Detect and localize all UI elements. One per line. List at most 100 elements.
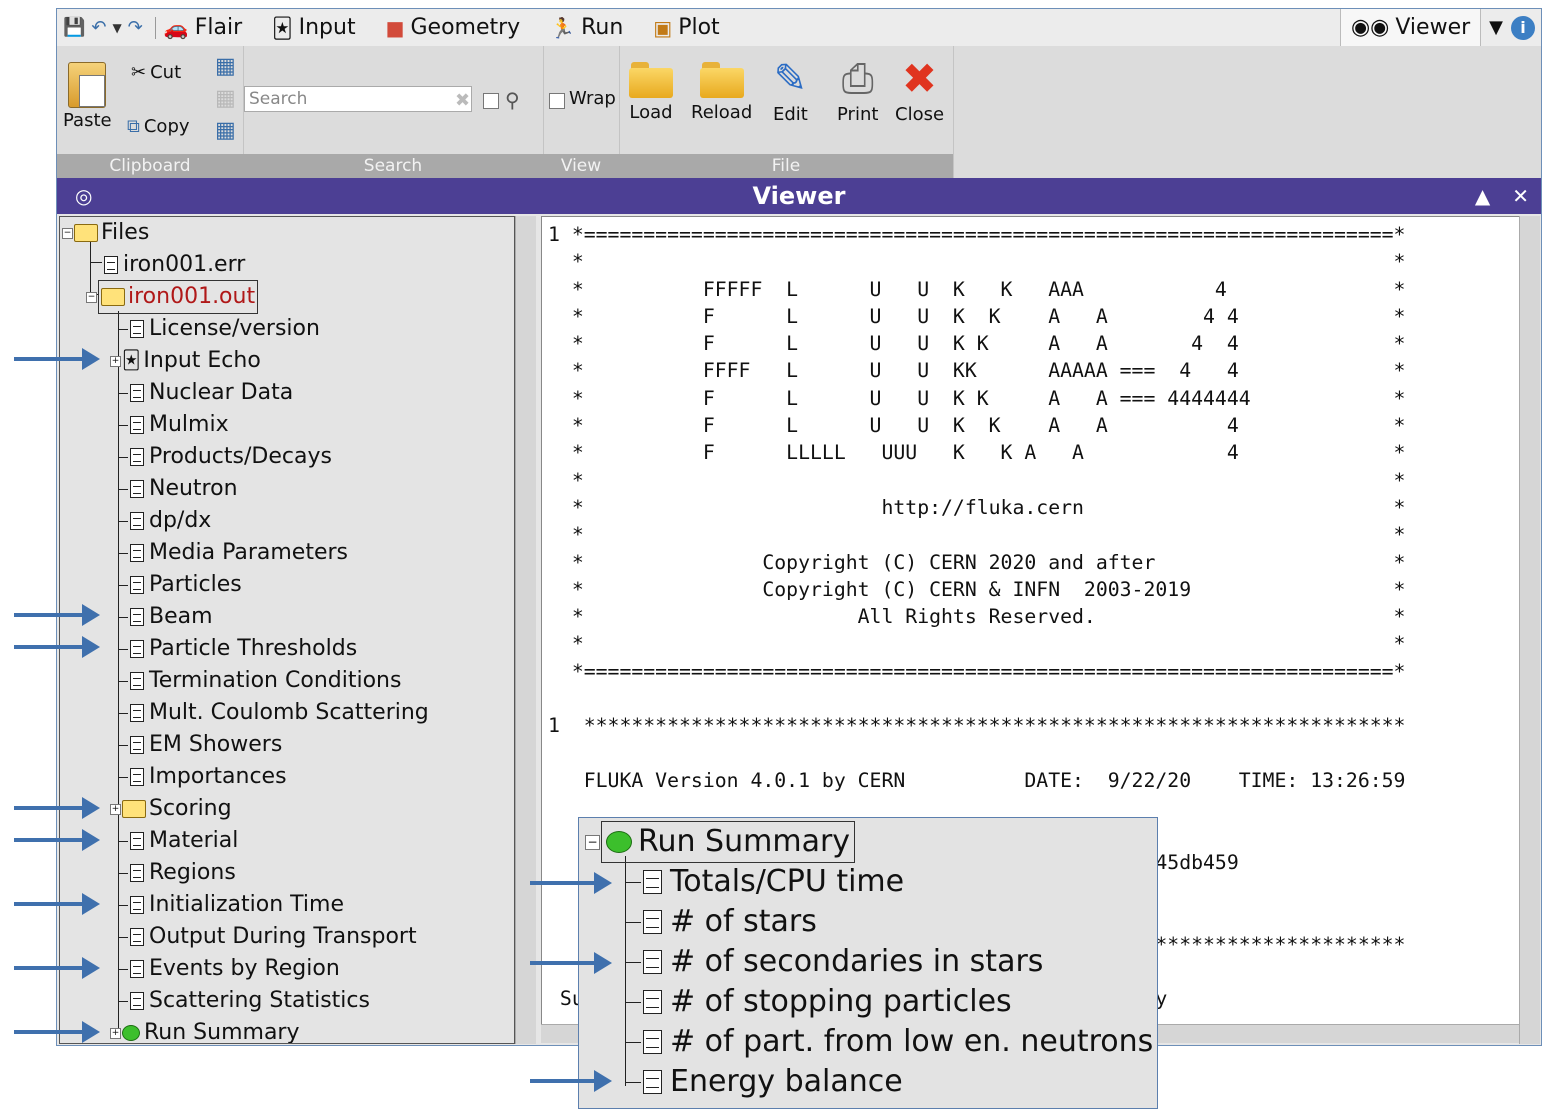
collapse-toggle[interactable]: −: [62, 227, 73, 239]
tree-item[interactable]: EM Showers: [118, 729, 282, 761]
tree-item[interactable]: Termination Conditions: [118, 665, 401, 697]
tree-item[interactable]: Particle Thresholds: [118, 633, 357, 665]
folder-open-icon: [101, 288, 125, 306]
printer-icon: ⎙: [841, 56, 874, 102]
run-summary-node[interactable]: − Run Summary: [585, 821, 856, 863]
tree-item[interactable]: Media Parameters: [118, 537, 348, 569]
menu-run[interactable]: 🏃 Run: [550, 15, 623, 40]
tree-item[interactable]: Scattering Statistics: [118, 985, 370, 1017]
expand-toggle[interactable]: +: [110, 355, 121, 367]
tree-item[interactable]: Output During Transport: [118, 921, 417, 953]
tree-item-err-file[interactable]: iron001.err: [104, 249, 245, 281]
folder-icon: [627, 60, 675, 100]
document-icon: [130, 960, 144, 978]
expand-toggle[interactable]: +: [110, 803, 121, 815]
print-button[interactable]: ⎙ Print: [837, 56, 878, 125]
search-icon[interactable]: ⚲: [505, 88, 520, 112]
tree-item[interactable]: Events by Region: [118, 953, 340, 985]
help-icon[interactable]: i: [1511, 15, 1535, 40]
tree-item[interactable]: Beam: [118, 601, 213, 633]
tree-label: iron001.err: [123, 252, 246, 277]
wrap-checkbox[interactable]: [549, 93, 565, 109]
popup-item[interactable]: Totals/CPU time: [625, 862, 904, 902]
tree-item[interactable]: Initialization Time: [118, 889, 344, 921]
redo-icon[interactable]: ↷: [128, 17, 143, 38]
tree-item[interactable]: Material: [118, 825, 238, 857]
tree-item[interactable]: Mulmix: [118, 409, 229, 441]
close-button[interactable]: ✖ Close: [895, 56, 944, 126]
tree-item-scoring[interactable]: + Scoring: [110, 793, 232, 825]
popup-item-label: # of stars: [670, 904, 817, 939]
tree-item[interactable]: Mult. Coulomb Scattering: [118, 697, 429, 729]
load-button[interactable]: Load: [627, 60, 675, 123]
input-icon: 🃏: [272, 15, 293, 40]
dropdown-icon[interactable]: ▼: [1481, 17, 1511, 38]
collapse-toggle[interactable]: −: [86, 291, 97, 303]
edit-button[interactable]: ✎ Edit: [773, 56, 808, 125]
reload-button[interactable]: Reload: [691, 60, 752, 123]
menu-geometry[interactable]: ■ Geometry: [386, 15, 521, 40]
popup-item[interactable]: # of stopping particles: [625, 982, 1012, 1022]
tree-item-run-summary[interactable]: + Run Summary: [110, 1017, 300, 1044]
annotation-arrow: [14, 636, 100, 658]
tree-item[interactable]: Regions: [118, 857, 236, 889]
clipboard-group-label: Clipboard: [57, 154, 243, 178]
document-icon: [130, 480, 144, 498]
menu-input[interactable]: 🃏 Input: [272, 15, 355, 40]
popup-item[interactable]: Energy balance: [625, 1062, 903, 1102]
tree-label: Run Summary: [144, 1020, 300, 1044]
chevron-down-icon[interactable]: ▼: [113, 21, 122, 35]
reload-label: Reload: [691, 102, 753, 123]
popup-item-label: # of part. from low en. neutrons: [670, 1024, 1154, 1059]
document-icon: [130, 416, 144, 434]
panel-menu-icon[interactable]: ◎: [75, 184, 92, 208]
search-placeholder: Search: [249, 89, 308, 109]
tree-root-files[interactable]: − Files: [62, 217, 149, 249]
tree-item[interactable]: License/version: [118, 313, 320, 345]
tree-label: Media Parameters: [149, 540, 348, 565]
collapse-toggle[interactable]: −: [585, 834, 600, 850]
save-icon[interactable]: 💾: [63, 17, 85, 38]
copy-label: Copy: [143, 116, 190, 137]
tree-item-input-echo[interactable]: + 🃏 Input Echo: [110, 345, 261, 377]
undo-icon[interactable]: ↶: [91, 17, 106, 38]
select-none-icon[interactable]: ▦: [215, 86, 236, 111]
popup-item[interactable]: # of stars: [625, 902, 817, 942]
tree-item-out-file[interactable]: − iron001.out: [86, 280, 259, 314]
tree-item[interactable]: Particles: [118, 569, 242, 601]
paste-button[interactable]: Paste: [63, 62, 112, 131]
view-group-label: View: [543, 154, 619, 178]
document-icon: [643, 1030, 662, 1054]
run-summary-zoom-popup: − Run Summary Totals/CPU time # of stars…: [578, 817, 1158, 1109]
menu-plot[interactable]: ▣ Plot: [653, 15, 719, 40]
clear-search-icon[interactable]: ✖: [455, 90, 470, 111]
select-invert-icon[interactable]: ▦: [215, 118, 236, 143]
tab-viewer[interactable]: ◉◉ Viewer: [1339, 9, 1482, 46]
copy-button[interactable]: ⧉ Copy: [127, 116, 190, 137]
popup-item[interactable]: # of part. from low en. neutrons: [625, 1022, 1153, 1062]
tree-label: Mulmix: [149, 412, 229, 437]
text-scrollbar[interactable]: [1519, 216, 1540, 1044]
tree-scrollbar[interactable]: [515, 216, 536, 1044]
tree-item[interactable]: Importances: [118, 761, 287, 793]
run-summary-icon: [606, 831, 632, 853]
paste-label: Paste: [63, 110, 112, 131]
annotation-arrow: [14, 893, 100, 915]
close-panel-icon[interactable]: ✕: [1512, 184, 1529, 208]
tree-item[interactable]: Nuclear Data: [118, 377, 293, 409]
viewer-title: Viewer: [752, 182, 846, 210]
menu-flair[interactable]: 🚗 Flair: [164, 15, 242, 40]
expand-toggle[interactable]: +: [110, 1027, 121, 1039]
tree-item[interactable]: Neutron: [118, 473, 238, 505]
tree-item[interactable]: Products/Decays: [118, 441, 332, 473]
search-option-checkbox[interactable]: [483, 93, 499, 109]
cut-button[interactable]: ✂ Cut: [131, 62, 181, 83]
search-input[interactable]: Search: [244, 86, 472, 112]
tree-item[interactable]: dp/dx: [118, 505, 211, 537]
select-all-icon[interactable]: ▦: [215, 54, 236, 79]
annotation-arrow: [14, 1021, 100, 1043]
annotation-arrow: [530, 1070, 612, 1092]
menu-bar: 💾 ↶ ▼ ↷ 🚗 Flair 🃏 Input ■ Geometry 🏃 Run…: [57, 9, 1541, 46]
popup-item[interactable]: # of secondaries in stars: [625, 942, 1043, 982]
maximize-icon[interactable]: ▲: [1475, 184, 1490, 208]
